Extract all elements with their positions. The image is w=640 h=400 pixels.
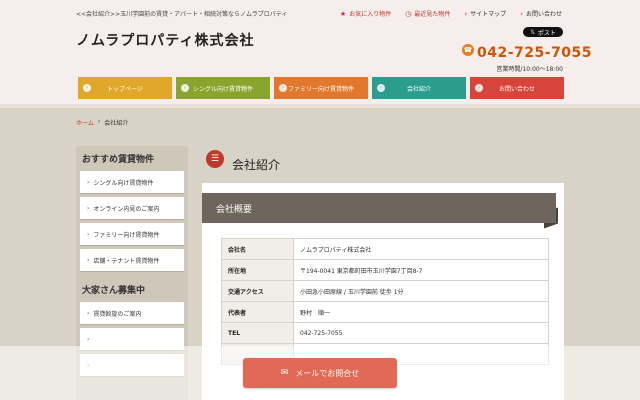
- sitemap-link[interactable]: › サイトマップ: [464, 9, 506, 19]
- breadcrumb-separator: ›: [97, 118, 101, 125]
- chevron-right-icon: ›: [87, 230, 90, 238]
- site-title[interactable]: ノムラプロパティ株式会社: [76, 30, 254, 50]
- arrow-circle-icon: ›: [181, 84, 189, 92]
- sidebar-heading-landlords: 大家さん募集中: [82, 286, 146, 296]
- breadcrumb: ホーム › 会社紹介: [76, 118, 128, 127]
- business-hours: 営業時間/10:00～18:00: [496, 66, 563, 73]
- recently-viewed-link[interactable]: ◷ 最近見た物件: [405, 9, 450, 19]
- envelope-icon: ✉: [280, 368, 289, 378]
- row-value: 〒194-0041 東京都町田市玉川学園7丁目8-7: [293, 259, 549, 281]
- row-key: TEL: [221, 322, 294, 344]
- row-key: 所在地: [221, 259, 294, 281]
- nav-top-page[interactable]: › トップページ: [78, 77, 172, 99]
- section-title: 会社概要: [202, 193, 556, 223]
- row-key: 会社名: [221, 238, 294, 260]
- arrow-circle-icon: ›: [279, 84, 287, 92]
- sidebar-item-shop-tenant[interactable]: › 店舗・テナント賃貸物件: [80, 249, 184, 271]
- chevron-right-icon: ›: [87, 309, 90, 317]
- row-key: 代表者: [221, 301, 294, 323]
- nav-contact[interactable]: › お問い合わせ: [470, 77, 564, 99]
- table-row: 会社名 ノムラプロパティ株式会社: [221, 238, 549, 260]
- phone-icon: ☎: [462, 44, 474, 56]
- speech-bubble-icon: ☰: [206, 150, 224, 168]
- chevron-right-icon: ›: [87, 335, 90, 343]
- x-post-button[interactable]: 𝕏 ポスト: [523, 27, 563, 37]
- sidebar-item-rental-brokerage[interactable]: › 賃貸斡旋のご案内: [80, 302, 184, 324]
- page-title: 会社紹介: [232, 158, 281, 172]
- nav-company[interactable]: › 会社紹介: [372, 77, 466, 99]
- breadcrumb-current: 会社紹介: [104, 120, 129, 127]
- chevron-right-icon: ›: [464, 9, 468, 18]
- chevron-right-icon: ›: [87, 178, 90, 186]
- clock-icon: ◷: [405, 9, 412, 18]
- table-row: TEL 042-725-7055: [221, 322, 549, 344]
- favorites-link[interactable]: ★ お気に入り物件: [339, 9, 391, 19]
- main-nav: › トップページ › シングル向け賃貸物件 › ファミリー向け賃貸物件 › 会社…: [78, 77, 564, 99]
- row-value: 野村 順一: [293, 301, 549, 323]
- sidebar-item-online-viewing[interactable]: › オンライン内見のご案内: [80, 197, 184, 219]
- chevron-right-icon: ›: [87, 256, 90, 264]
- table-row: 所在地 〒194-0041 東京都町田市玉川学園7丁目8-7: [221, 259, 549, 281]
- mail-contact-button[interactable]: ✉ メールでお問合せ: [243, 358, 397, 388]
- row-value: ノムラプロパティ株式会社: [293, 238, 549, 260]
- sidebar-item-family[interactable]: › ファミリー向け賃貸物件: [80, 223, 184, 245]
- table-row: 交通アクセス 小田急小田原線 / 玉川学園前 徒歩 1分: [221, 280, 549, 302]
- sidebar-heading-recommended: おすすめ賃貸物件: [82, 155, 155, 165]
- arrow-circle-icon: ›: [83, 84, 91, 92]
- nav-family-rentals[interactable]: › ファミリー向け賃貸物件: [274, 77, 368, 99]
- sidebar-item-single[interactable]: › シングル向け賃貸物件: [80, 171, 184, 193]
- contact-link[interactable]: › お問い合わせ: [520, 9, 562, 19]
- chevron-right-icon: ›: [520, 9, 523, 18]
- phone-number[interactable]: 042-725-7055: [477, 45, 592, 61]
- row-key: 交通アクセス: [221, 280, 294, 302]
- row-value[interactable]: 042-725-7055: [293, 322, 549, 344]
- nav-single-rentals[interactable]: › シングル向け賃貸物件: [176, 77, 270, 99]
- chevron-right-icon: ›: [87, 204, 90, 212]
- top-links: ★ お気に入り物件 ◷ 最近見た物件 › サイトマップ › お問い合わせ: [339, 9, 562, 19]
- row-value: 小田急小田原線 / 玉川学園前 徒歩 1分: [293, 280, 549, 302]
- site-tagline: <<会社紹介>>玉川学園前の賃貸・アパート・相続対策ならノムラプロパティ: [76, 11, 288, 18]
- arrow-circle-icon: ›: [475, 84, 483, 92]
- star-icon: ★: [339, 9, 347, 18]
- breadcrumb-home[interactable]: ホーム: [76, 118, 94, 127]
- arrow-circle-icon: ›: [377, 84, 385, 92]
- x-logo-icon: 𝕏: [530, 28, 535, 36]
- table-row: 代表者 野村 順一: [221, 301, 549, 323]
